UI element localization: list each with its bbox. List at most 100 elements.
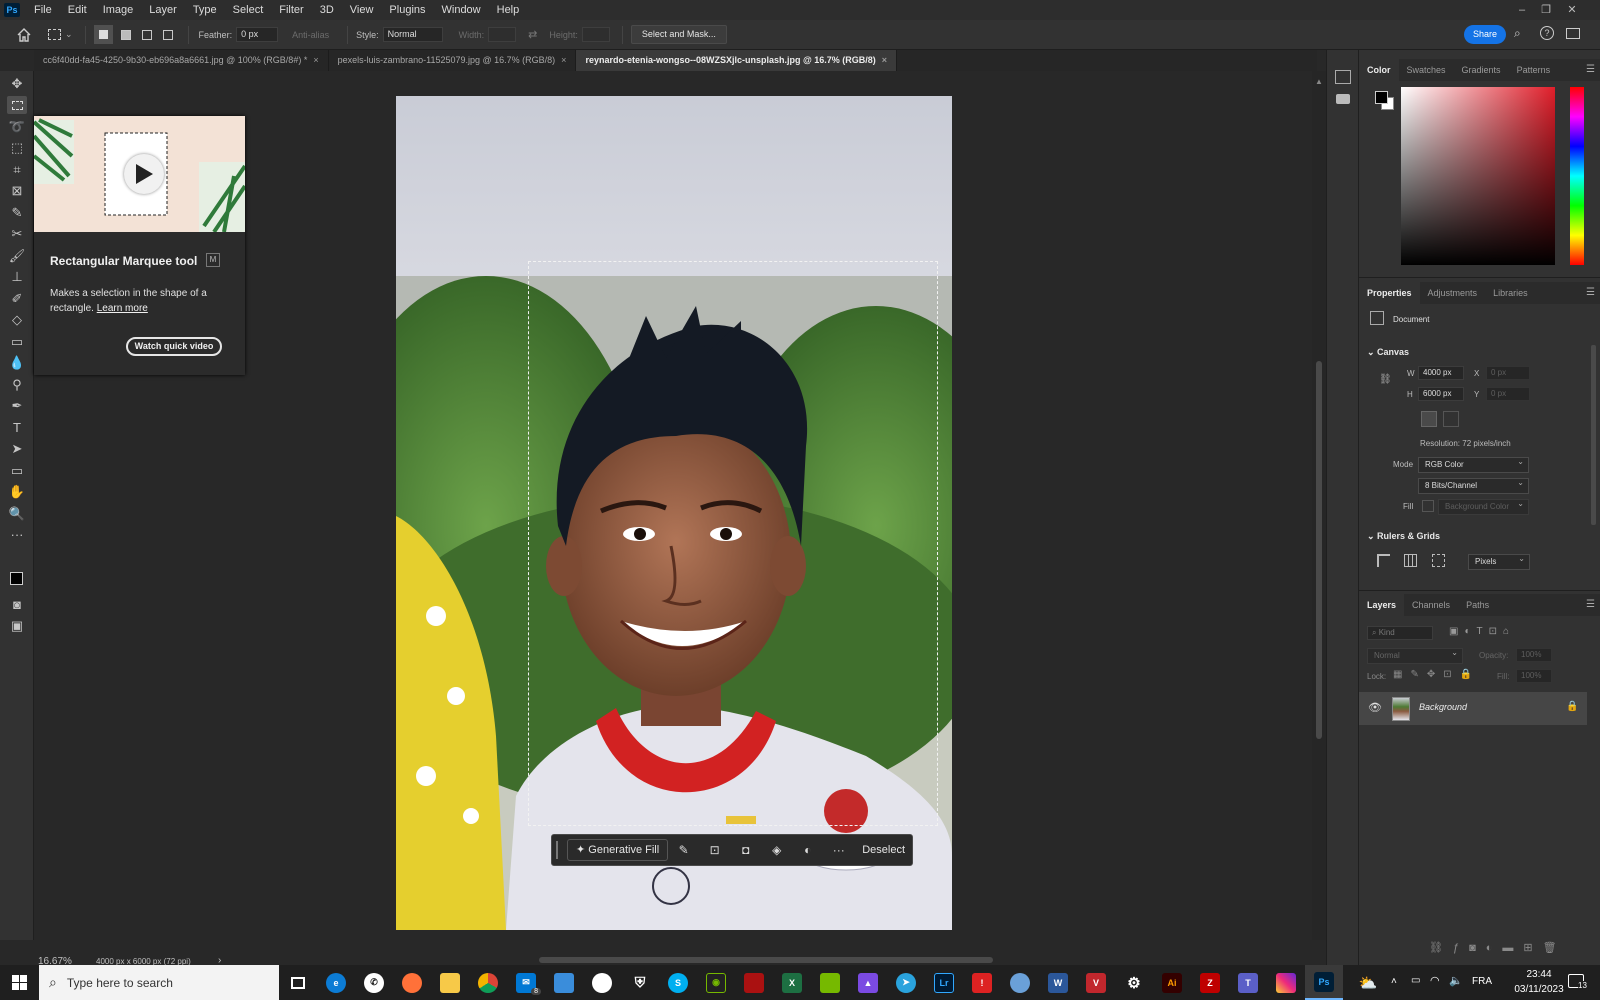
edit-toolbar-icon[interactable]: ··· <box>7 526 27 544</box>
blur-tool-icon[interactable]: 💧 <box>7 354 27 372</box>
close-tab-icon[interactable]: × <box>313 55 318 65</box>
edge-icon[interactable]: e <box>317 965 355 1000</box>
tab-libraries[interactable]: Libraries <box>1485 282 1536 304</box>
mail-icon[interactable]: ✉ 8 <box>507 965 545 1000</box>
windows-start-icon[interactable] <box>12 975 27 990</box>
grid-icon[interactable] <box>1404 554 1417 567</box>
menu-view[interactable]: View <box>342 0 382 20</box>
file-explorer-icon[interactable] <box>431 965 469 1000</box>
panel-menu-icon[interactable]: ☰ <box>1586 599 1595 610</box>
rulers-icon[interactable] <box>1377 554 1390 567</box>
modify-selection-icon[interactable]: ✎ <box>668 843 699 857</box>
cloud-app-icon[interactable] <box>1001 965 1039 1000</box>
generative-fill-button[interactable]: ✦ Generative Fill <box>567 839 669 861</box>
canvas-width-input[interactable]: 4000 px <box>1418 366 1464 380</box>
transform-selection-icon[interactable]: ⊡ <box>699 843 730 857</box>
new-selection-icon[interactable] <box>93 25 113 44</box>
network-icon[interactable]: ▭ <box>1411 975 1420 986</box>
landscape-orientation-icon[interactable] <box>1443 411 1459 427</box>
style-select[interactable]: Normal <box>382 27 443 42</box>
healing-brush-tool-icon[interactable]: ✂ <box>7 225 27 243</box>
watch-quick-video-button[interactable]: Watch quick video <box>126 337 222 356</box>
visibility-eye-icon[interactable]: 👁 <box>1368 701 1382 714</box>
horizontal-scroll-thumb[interactable] <box>539 957 993 963</box>
foreground-color-swatch[interactable] <box>10 572 23 585</box>
share-button[interactable]: Share <box>1464 25 1506 44</box>
close-icon[interactable]: ✕ <box>1560 0 1584 20</box>
help-icon[interactable]: ? <box>1540 26 1554 40</box>
menu-filter[interactable]: Filter <box>271 0 311 20</box>
doc-tab-1[interactable]: cc6f40dd-fa45-4250-9b30-eb696a8a6661.jpg… <box>34 50 329 71</box>
clone-stamp-tool-icon[interactable]: ⊥ <box>7 268 27 286</box>
rulers-grids-section-header[interactable]: ⌄ Rulers & Grids <box>1367 531 1440 542</box>
restore-icon[interactable]: ❐ <box>1534 0 1558 20</box>
security-icon[interactable]: ⛨ <box>621 965 659 1000</box>
layer-kind-filter[interactable]: ⌕ Kind <box>1367 626 1433 640</box>
taskbar-search-box[interactable]: ⌕ Type here to search <box>39 965 279 1000</box>
menu-layer[interactable]: Layer <box>141 0 185 20</box>
doc-tab-2[interactable]: pexels-luis-zambrano-11525079.jpg @ 16.7… <box>329 50 577 71</box>
clock-time[interactable]: 23:44 <box>1515 969 1563 980</box>
chrome-icon[interactable] <box>469 965 507 1000</box>
nvidia-geforce-icon[interactable] <box>811 965 849 1000</box>
learn-more-link[interactable]: Learn more <box>97 303 148 314</box>
menu-help[interactable]: Help <box>489 0 528 20</box>
gradient-tool-icon[interactable]: ▭ <box>7 333 27 351</box>
skype-icon[interactable]: S <box>659 965 697 1000</box>
layer-row-background[interactable]: 👁 Background 🔒 <box>1359 692 1587 725</box>
menu-3d[interactable]: 3D <box>312 0 342 20</box>
photoshop-taskbar-icon[interactable]: Ps <box>1305 965 1343 1000</box>
units-select[interactable]: Pixels <box>1468 554 1530 570</box>
foreground-color-chip[interactable] <box>1375 91 1388 104</box>
photos-icon[interactable] <box>545 965 583 1000</box>
color-field[interactable] <box>1401 87 1555 265</box>
vertical-scrollbar[interactable]: ▲ <box>1312 71 1326 940</box>
scroll-up-icon[interactable]: ▲ <box>1315 77 1323 86</box>
show-hidden-icons[interactable]: ˄ <box>1391 976 1397 987</box>
close-tab-icon[interactable]: × <box>561 55 566 65</box>
chevron-down-icon[interactable]: ⌄ <box>65 29 73 40</box>
menu-plugins[interactable]: Plugins <box>381 0 433 20</box>
minimize-icon[interactable]: – <box>1510 0 1534 20</box>
app-red-icon[interactable] <box>735 965 773 1000</box>
portrait-orientation-icon[interactable] <box>1421 411 1437 427</box>
layers-footer-icons[interactable]: ⛓ƒ◙◐▬⊞🗑 <box>1429 941 1567 954</box>
excel-icon[interactable]: X <box>773 965 811 1000</box>
menu-image[interactable]: Image <box>95 0 142 20</box>
screen-mode-icon[interactable]: ▣ <box>7 617 27 635</box>
tab-layers[interactable]: Layers <box>1359 594 1405 616</box>
swap-icon[interactable]: ⇄ <box>528 28 537 41</box>
canvas-height-input[interactable]: 6000 px <box>1418 387 1464 401</box>
mask-icon[interactable]: ◘ <box>730 843 761 857</box>
more-options-icon[interactable]: ··· <box>823 843 854 857</box>
fill-selection-icon[interactable]: ◈ <box>761 843 792 857</box>
frame-tool-icon[interactable]: ⊠ <box>7 182 27 200</box>
tab-gradients[interactable]: Gradients <box>1454 59 1509 81</box>
canvas-section-header[interactable]: ⌄ Canvas <box>1367 347 1409 358</box>
menu-type[interactable]: Type <box>185 0 225 20</box>
pen-tool-icon[interactable]: ✒ <box>7 397 27 415</box>
app-v-icon[interactable]: V <box>1077 965 1115 1000</box>
telegram-icon[interactable]: ➤ <box>887 965 925 1000</box>
add-selection-icon[interactable] <box>117 25 136 44</box>
play-icon[interactable] <box>124 154 164 194</box>
comments-panel-icon[interactable] <box>1336 94 1350 104</box>
clock-date[interactable]: 03/11/2023 <box>1510 984 1568 995</box>
whatsapp-icon[interactable]: ✆ <box>355 965 393 1000</box>
menu-file[interactable]: File <box>26 0 60 20</box>
quick-mask-icon[interactable]: ◙ <box>7 596 27 614</box>
tooltip-video-preview[interactable] <box>34 116 245 232</box>
settings-icon[interactable]: ⚙ <box>1115 965 1153 1000</box>
move-tool-icon[interactable]: ✥ <box>7 75 27 93</box>
type-tool-icon[interactable]: T <box>7 419 27 437</box>
hand-tool-icon[interactable]: ✋ <box>7 483 27 501</box>
tab-adjustments[interactable]: Adjustments <box>1420 282 1486 304</box>
deselect-button[interactable]: Deselect <box>862 844 905 856</box>
panel-menu-icon[interactable]: ☰ <box>1586 287 1595 298</box>
language-indicator[interactable]: FRA <box>1472 976 1492 987</box>
tab-swatches[interactable]: Swatches <box>1399 59 1454 81</box>
history-panel-icon[interactable] <box>1335 70 1351 84</box>
marquee-preset-icon[interactable] <box>48 29 61 40</box>
feather-input[interactable]: 0 px <box>236 27 279 42</box>
weather-icon[interactable]: ⛅ <box>1349 965 1387 1000</box>
